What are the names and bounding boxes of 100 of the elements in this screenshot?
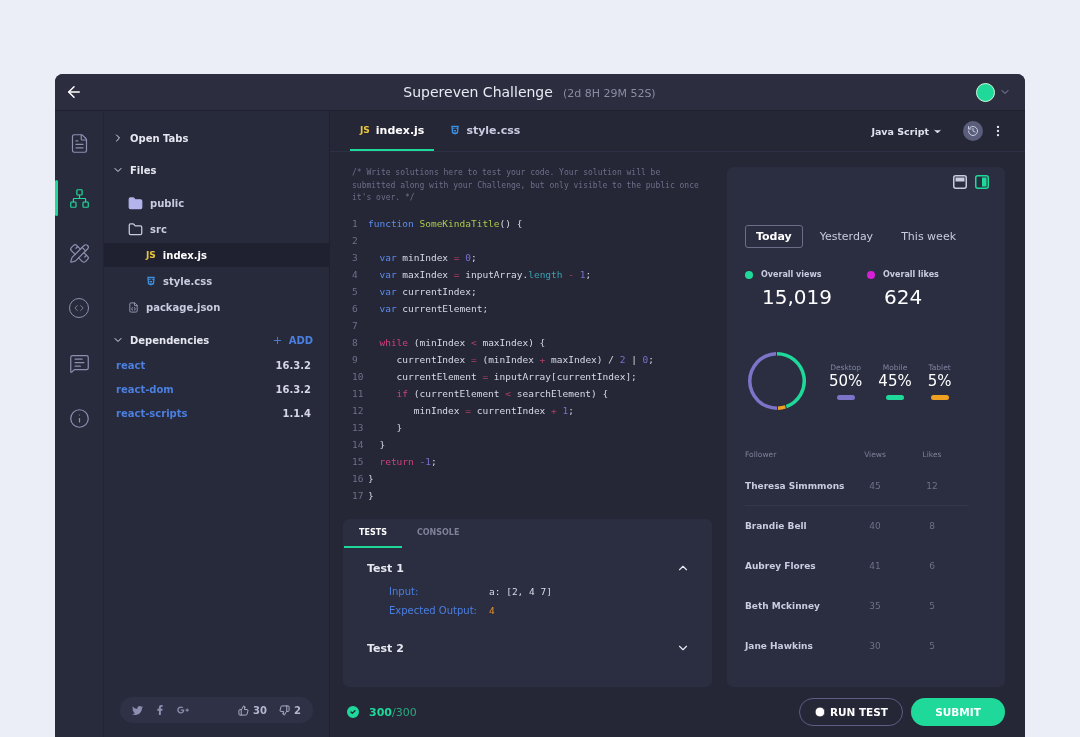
line-number: 10 bbox=[352, 370, 365, 382]
code-line: var maxIndex = inputArray.length - 1; bbox=[378, 268, 592, 280]
dependencies-header[interactable]: Dependencies ADD bbox=[104, 329, 329, 351]
table-cell-text: Jane Hawkins bbox=[745, 640, 814, 651]
field-value: 4 bbox=[489, 605, 496, 616]
period-tab[interactable]: Yesterday bbox=[808, 225, 885, 248]
code-line: } bbox=[368, 472, 374, 484]
line-number: 11 bbox=[352, 387, 365, 399]
tests-tab[interactable]: TESTS bbox=[344, 519, 402, 548]
twitter-icon[interactable] bbox=[132, 704, 143, 716]
rows-layout-icon[interactable] bbox=[953, 175, 967, 189]
metric-value: 624 bbox=[884, 285, 924, 309]
line-number: 13 bbox=[352, 421, 365, 433]
code-line: } bbox=[378, 438, 386, 450]
legend-value: 45% bbox=[878, 371, 912, 390]
add-dependency-button[interactable]: ADD bbox=[271, 334, 313, 346]
editor-tab[interactable]: JS index.js bbox=[350, 111, 435, 151]
code-line: var currentElement; bbox=[378, 302, 489, 314]
table-cell-text: 40 bbox=[868, 520, 882, 531]
google-plus-icon[interactable] bbox=[177, 704, 189, 716]
code-line: currentIndex = (minIndex + maxIndex) / 2 | 0; bbox=[395, 353, 655, 365]
file-tree-item[interactable]: src bbox=[104, 217, 329, 241]
file-tree-icon[interactable] bbox=[68, 187, 90, 209]
code-line: } bbox=[395, 421, 403, 433]
window-title: Supereven Challenge bbox=[403, 84, 553, 100]
line-number: 14 bbox=[352, 438, 365, 450]
file-tree-item[interactable]: style.css bbox=[104, 269, 329, 293]
folder-icon bbox=[128, 221, 143, 237]
like-count[interactable]: 30 bbox=[238, 704, 268, 716]
code-comment: /* Write solutions here to test your code. Your solution will be submitted along with your Challenge, but only visible to the public once it's over. */ bbox=[352, 167, 700, 204]
code-line: while (minIndex < maxIndex) { bbox=[378, 336, 546, 348]
legend-swatch bbox=[836, 394, 855, 400]
line-number: 16 bbox=[352, 472, 365, 484]
legend-swatch bbox=[886, 394, 904, 400]
avatar[interactable] bbox=[976, 82, 995, 102]
field-label: Expected Output: bbox=[389, 605, 478, 616]
info-icon[interactable] bbox=[68, 407, 90, 429]
table-cell-text: 8 bbox=[928, 520, 936, 531]
table-cell-text: 30 bbox=[868, 640, 882, 651]
editor-tab[interactable]: style.css bbox=[440, 111, 531, 151]
check-icon bbox=[345, 704, 361, 720]
js-icon: JS bbox=[360, 125, 370, 135]
files-header[interactable]: Files bbox=[104, 159, 329, 181]
facebook-icon[interactable] bbox=[155, 705, 165, 715]
period-tab[interactable]: Today bbox=[745, 225, 803, 248]
js-icon: JS bbox=[146, 250, 156, 260]
line-number: 9 bbox=[352, 353, 359, 365]
table-cell-text: 41 bbox=[868, 560, 882, 571]
open-tabs-header[interactable]: Open Tabs bbox=[104, 127, 329, 149]
line-number: 8 bbox=[352, 336, 359, 348]
line-number: 1 bbox=[352, 217, 359, 229]
dependency-version: 16.3.2 bbox=[275, 359, 311, 371]
dependency-name[interactable]: react-dom bbox=[116, 383, 174, 395]
period-tab[interactable]: This week bbox=[890, 225, 968, 248]
dependency-version: 16.3.2 bbox=[275, 383, 311, 395]
history-icon bbox=[967, 125, 979, 137]
table-cell-text: 45 bbox=[868, 480, 882, 491]
code-line: function SomeKindaTitle() { bbox=[368, 217, 523, 229]
table-cell-text: Theresa Simmmons bbox=[745, 480, 846, 491]
score-total: /300 bbox=[391, 705, 417, 719]
file-tree-item[interactable]: package.json bbox=[104, 295, 329, 319]
json-file-icon bbox=[128, 301, 139, 313]
table-cell-text: Beth Mckinney bbox=[745, 600, 821, 611]
table-cell-text: 35 bbox=[868, 600, 882, 611]
pencil-ruler-icon[interactable] bbox=[68, 242, 90, 264]
line-number: 3 bbox=[352, 251, 359, 263]
file-tree-item[interactable]: JS index.js bbox=[104, 243, 329, 267]
dependency-name[interactable]: react-scripts bbox=[116, 407, 188, 419]
countdown-timer: (2d 8H 29M 52S) bbox=[562, 87, 656, 100]
test-title[interactable]: Test 1 bbox=[367, 561, 404, 575]
language-dropdown[interactable]: Java Script bbox=[865, 111, 949, 151]
legend-swatch bbox=[930, 394, 949, 400]
code-line: if (currentElement < searchElement) { bbox=[395, 387, 609, 399]
code-line: var minIndex = 0; bbox=[378, 251, 477, 263]
legend-value: 50% bbox=[829, 371, 863, 390]
line-number: 2 bbox=[352, 234, 359, 246]
test-title[interactable]: Test 2 bbox=[367, 641, 404, 655]
chat-icon[interactable] bbox=[68, 352, 90, 374]
line-number: 7 bbox=[352, 319, 359, 331]
metric-label: Overall likes bbox=[883, 270, 939, 279]
code-line: } bbox=[368, 489, 374, 501]
tests-tab[interactable]: CONSOLE bbox=[401, 519, 475, 548]
code-line: minIndex = currentIndex + 1; bbox=[412, 404, 574, 416]
file-tree-item[interactable]: public bbox=[104, 191, 329, 215]
dependency-name[interactable]: react bbox=[116, 359, 146, 371]
history-button[interactable] bbox=[963, 121, 983, 141]
code-line: return -1; bbox=[378, 455, 437, 467]
line-number: 12 bbox=[352, 404, 365, 416]
metric-value: 15,019 bbox=[762, 285, 833, 309]
line-number: 5 bbox=[352, 285, 359, 297]
plus-icon bbox=[271, 334, 283, 346]
score-passed: 300 bbox=[369, 705, 392, 719]
table-cell-text: 12 bbox=[925, 480, 939, 491]
table-cell-text: 5 bbox=[928, 640, 936, 651]
code-line: currentElement = inputArray[currentIndex]; bbox=[395, 370, 637, 382]
folder-icon bbox=[128, 195, 143, 211]
columns-layout-icon[interactable] bbox=[975, 175, 989, 189]
metric-label: Overall views bbox=[761, 270, 822, 279]
table-cell-text: Aubrey Flores bbox=[745, 560, 817, 571]
line-number: 6 bbox=[352, 302, 359, 314]
